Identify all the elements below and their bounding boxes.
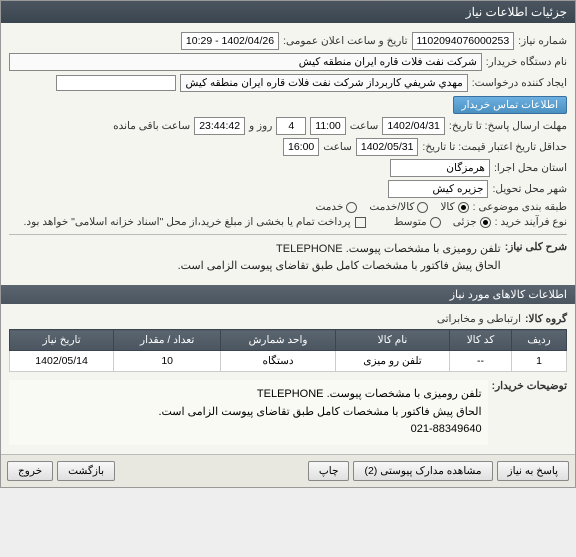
buyer-contact-button[interactable]: اطلاعات تماس خریدار: [453, 96, 567, 114]
label-announce: تاریخ و ساعت اعلان عمومی:: [283, 35, 407, 47]
td-row: 1: [511, 351, 566, 372]
summary-text: تلفن رومیزی با مشخصات پیوست. TELEPHONE ا…: [178, 241, 501, 274]
th-date: تاریخ نیاز: [10, 330, 114, 351]
subject-class-group: کالا کالا/خدمت خدمت: [315, 201, 468, 213]
buyer-notes-line1: تلفن رومیزی با مشخصات پیوست. TELEPHONE: [15, 386, 482, 404]
label-days-and: روز و: [249, 120, 272, 132]
label-city: شهر محل تحویل:: [492, 183, 567, 195]
td-qty: 10: [114, 351, 221, 372]
field-deadline-date: 1402/04/31: [382, 117, 445, 135]
label-hour1: ساعت: [350, 120, 379, 132]
radio-service-label: خدمت: [315, 201, 343, 213]
print-button[interactable]: چاپ: [308, 461, 350, 481]
field-days: 4: [276, 117, 306, 135]
radio-goods-label: کالا: [440, 201, 454, 213]
label-province: استان محل اجرا:: [494, 162, 567, 174]
section-items-header: اطلاعات کالاهای مورد نیاز: [1, 285, 575, 304]
field-province: هرمزگان: [390, 159, 490, 177]
summary-line2: الحاق پیش فاکتور با مشخصات کامل طبق تقاض…: [178, 258, 501, 275]
th-qty: تعداد / مقدار: [114, 330, 221, 351]
td-unit: دستگاه: [221, 351, 336, 372]
items-table: ردیف کد کالا نام کالا واحد شمارش تعداد /…: [9, 329, 567, 372]
field-requester: مهدي شريفي كاربرداز شركت نفت فلات قاره ا…: [180, 74, 467, 92]
radio-partial-label: جزئی: [453, 216, 477, 228]
label-buyer-notes: توضیحات خریدار:: [492, 380, 567, 392]
footer: پاسخ به نیاز مشاهده مدارک پیوستی (2) چاپ…: [1, 454, 575, 487]
label-group: گروه کالا:: [525, 313, 567, 325]
table-header-row: ردیف کد کالا نام کالا واحد شمارش تعداد /…: [10, 330, 567, 351]
field-deadline-time: 11:00: [310, 117, 346, 135]
label-summary: شرح کلی نیاز:: [505, 241, 567, 253]
label-hour2: ساعت: [323, 141, 352, 153]
table-row: 1 -- تلفن رو میزی دستگاه 10 1402/05/14: [10, 351, 567, 372]
th-unit: واحد شمارش: [221, 330, 336, 351]
attachments-button[interactable]: مشاهده مدارک پیوستی (2): [353, 461, 492, 481]
respond-button[interactable]: پاسخ به نیاز: [497, 461, 569, 481]
label-requester: ایجاد کننده درخواست:: [472, 77, 567, 89]
checkbox-treasury[interactable]: [355, 217, 366, 228]
field-hours: 23:44:42: [194, 117, 245, 135]
td-name: تلفن رو میزی: [335, 351, 449, 372]
field-contact-empty: [56, 75, 176, 91]
field-announce: 1402/04/26 - 10:29: [181, 32, 279, 50]
label-purchase-type: نوع فرآیند خرید :: [495, 216, 567, 228]
label-need-no: شماره نیاز:: [518, 35, 567, 47]
label-deadline: مهلت ارسال پاسخ: تا تاریخ:: [449, 120, 567, 132]
radio-goods[interactable]: [458, 202, 469, 213]
th-row: ردیف: [511, 330, 566, 351]
purchase-type-group: جزئی متوسط: [394, 216, 491, 228]
radio-service[interactable]: [346, 202, 357, 213]
radio-goods-service-label: کالا/خدمت: [369, 201, 414, 213]
th-code: کد کالا: [450, 330, 512, 351]
td-code: --: [450, 351, 512, 372]
field-city: جزیره کیش: [388, 180, 488, 198]
radio-medium-label: متوسط: [394, 216, 427, 228]
th-name: نام کالا: [335, 330, 449, 351]
titlebar: جزئیات اطلاعات نیاز: [1, 1, 575, 23]
label-validity: حداقل تاریخ اعتبار قیمت: تا تاریخ:: [422, 141, 567, 153]
exit-button[interactable]: خروج: [7, 461, 53, 481]
td-date: 1402/05/14: [10, 351, 114, 372]
field-need-no: 1102094076000253: [412, 32, 515, 50]
radio-medium[interactable]: [430, 217, 441, 228]
field-validity-time: 16:00: [283, 138, 319, 156]
label-buyer-org: نام دستگاه خریدار:: [486, 56, 567, 68]
label-treasury: پرداخت تمام یا بخشی از مبلغ خرید،از محل …: [24, 216, 351, 228]
radio-partial[interactable]: [480, 217, 491, 228]
field-group: ارتباطی و مخابراتی: [437, 313, 521, 325]
field-validity-date: 1402/05/31: [356, 138, 419, 156]
buyer-notes: تلفن رومیزی با مشخصات پیوست. TELEPHONE ا…: [9, 380, 488, 445]
back-button[interactable]: بازگشت: [57, 461, 115, 481]
label-subject-class: طبقه بندی موضوعی :: [473, 201, 567, 213]
label-remain: ساعت باقی مانده: [113, 120, 190, 132]
buyer-notes-line3: 021-88349640: [15, 421, 482, 439]
summary-line1: تلفن رومیزی با مشخصات پیوست. TELEPHONE: [178, 241, 501, 258]
field-buyer-org: شرکت نفت فلات قاره ایران منطقه کیش: [9, 53, 482, 71]
radio-goods-service[interactable]: [417, 202, 428, 213]
buyer-notes-line2: الحاق پیش فاکتور با مشخصات کامل طبق تقاض…: [15, 404, 482, 422]
